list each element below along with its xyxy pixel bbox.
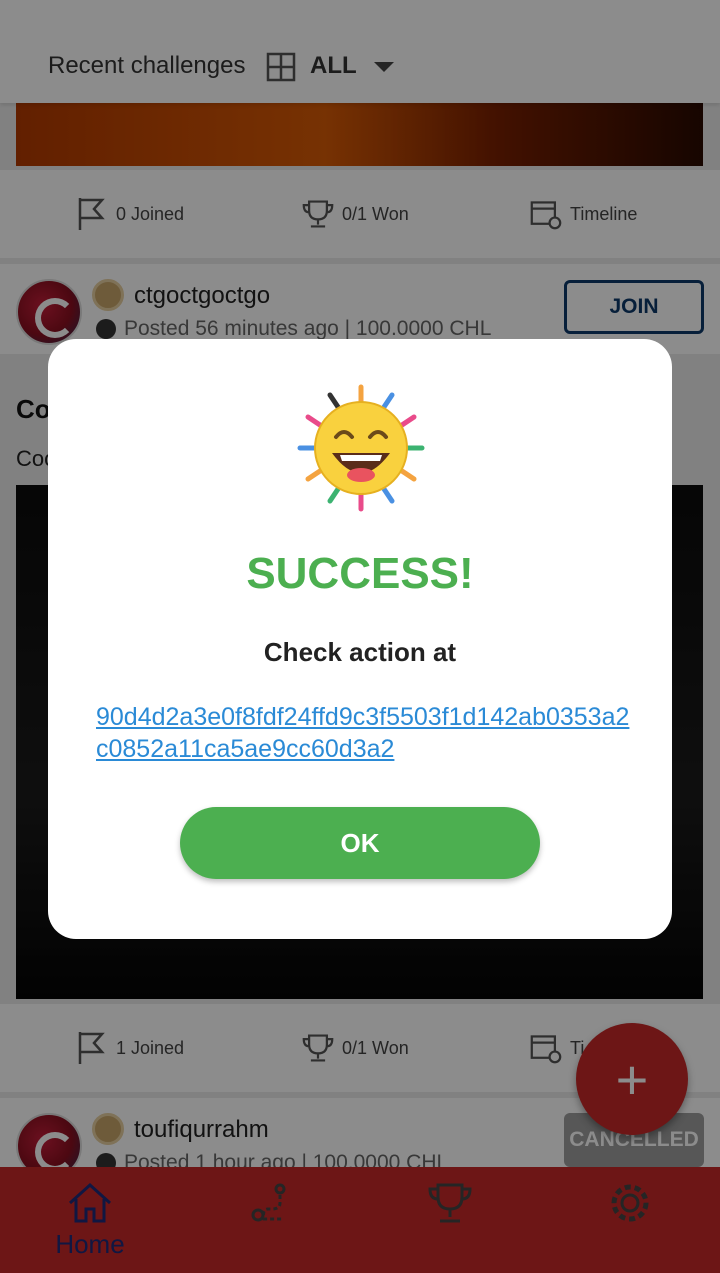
transaction-link[interactable]: 90d4d2a3e0f8fdf24ffd9c3f5503f1d142ab0353… [96, 701, 636, 765]
celebration-emoji-icon [297, 384, 425, 512]
ok-button[interactable]: OK [180, 807, 540, 879]
success-title: SUCCESS! [246, 549, 474, 598]
success-dialog: SUCCESS! Check action at 90d4d2a3e0f8fdf… [48, 339, 672, 939]
check-action-text: Check action at [263, 637, 457, 667]
